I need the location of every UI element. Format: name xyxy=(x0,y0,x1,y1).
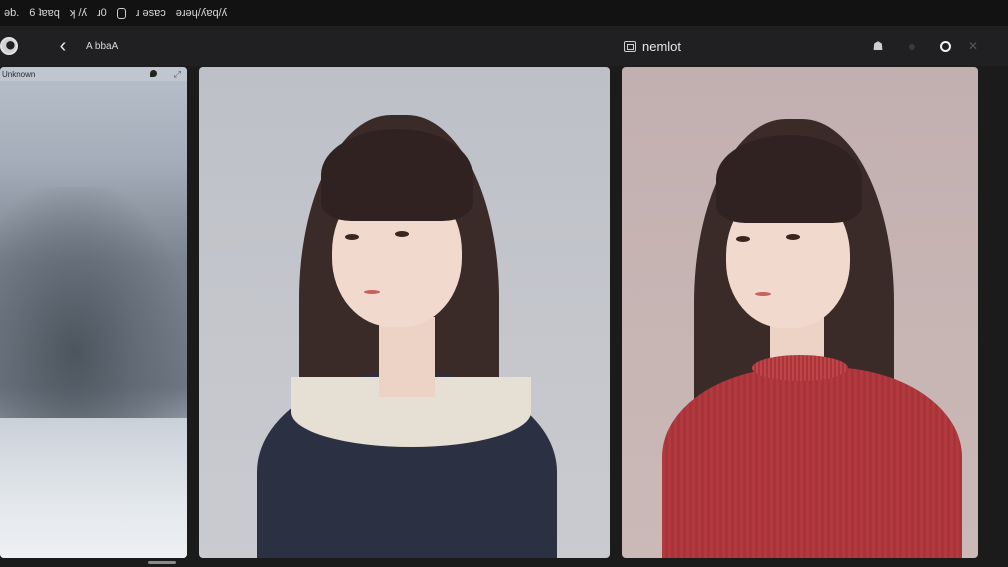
circle-icon[interactable]: ● xyxy=(905,26,919,66)
back-chevron-icon[interactable]: ‹ xyxy=(54,26,72,66)
breadcrumb[interactable]: A bbaA xyxy=(86,26,118,66)
menu-item-4[interactable]: ɹ0 xyxy=(97,7,107,19)
menu-item-2[interactable]: 6 ʇɐɐq xyxy=(29,7,60,19)
eye-right xyxy=(786,234,800,240)
close-icon[interactable]: ✕ xyxy=(966,26,980,66)
neck xyxy=(379,317,435,397)
shield-icon xyxy=(116,7,126,19)
eye-left xyxy=(736,236,750,242)
bangs xyxy=(716,135,862,223)
top-menu-bar: ǝb. 6 ʇɐɐq ʞ /ʎ ɹ0 ɹ ǝsɐɔ ǝɹǝɥ/ʎɐq/ʎ xyxy=(0,0,1008,26)
image-panel-portrait-sweater[interactable] xyxy=(622,67,978,558)
project-title-label: nemlot xyxy=(642,38,682,54)
snow-ground xyxy=(0,418,187,558)
shape-icon[interactable]: ☗ xyxy=(871,26,885,66)
red-sweater xyxy=(662,367,962,558)
tag-icon[interactable] xyxy=(150,70,157,77)
bangs xyxy=(321,129,473,221)
toolbar: ‹ A bbaA nemlot ☗ ● ✕ xyxy=(0,26,1008,66)
eye-right xyxy=(395,231,409,237)
menu-item-5[interactable]: ɹ ǝsɐɔ xyxy=(136,7,166,19)
mouth xyxy=(755,292,771,296)
app-logo-icon[interactable] xyxy=(0,37,18,55)
image-panel-portrait-dress[interactable] xyxy=(199,67,610,558)
eye-left xyxy=(345,234,359,240)
mouth xyxy=(364,290,380,294)
image-panel-landscape[interactable]: Unknown ⤢ xyxy=(0,67,187,558)
project-title[interactable]: nemlot xyxy=(624,26,681,66)
sweater-neckband xyxy=(752,355,848,381)
image-frame-icon xyxy=(624,40,636,52)
menu-item-1[interactable]: ǝb. xyxy=(4,7,19,19)
scroll-indicator[interactable] xyxy=(148,561,176,564)
panel-header: Unknown ⤢ xyxy=(0,67,187,81)
menu-item-6[interactable]: ǝɹǝɥ/ʎɐq/ʎ xyxy=(176,7,227,19)
resize-icon[interactable]: ⤢ xyxy=(174,69,181,80)
menu-item-3[interactable]: ʞ /ʎ xyxy=(70,7,87,19)
ring-icon[interactable] xyxy=(938,26,952,66)
panel-header-label: Unknown xyxy=(2,69,36,79)
